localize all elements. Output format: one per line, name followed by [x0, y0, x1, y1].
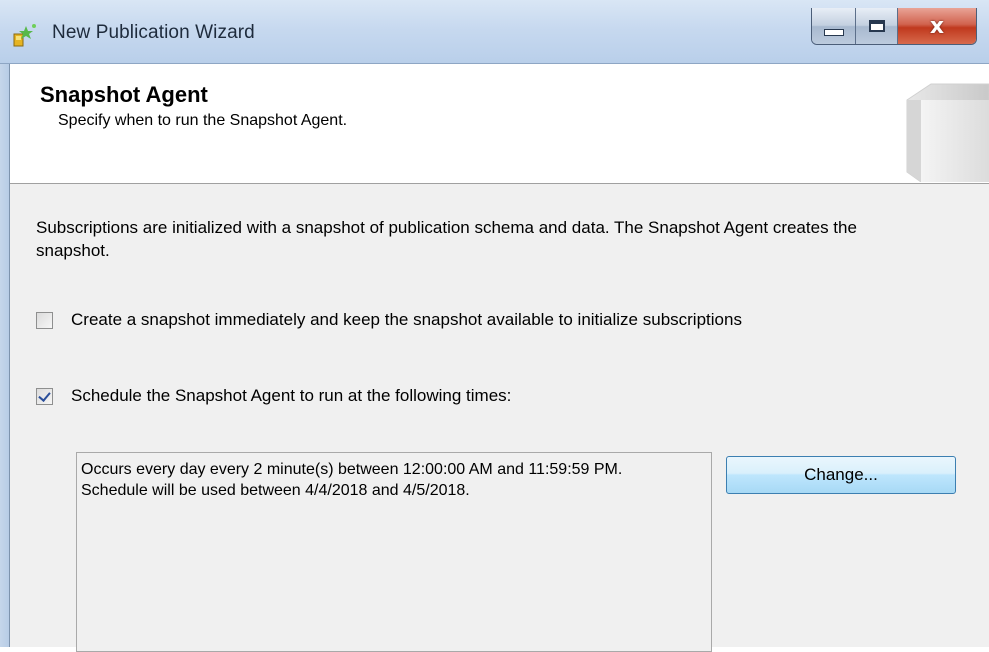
- schedule-agent-option[interactable]: Schedule the Snapshot Agent to run at th…: [36, 386, 511, 406]
- close-button[interactable]: x: [898, 8, 976, 44]
- title-bar[interactable]: New Publication Wizard x: [0, 0, 989, 64]
- schedule-agent-label[interactable]: Schedule the Snapshot Agent to run at th…: [71, 386, 511, 406]
- minimize-button[interactable]: [812, 8, 856, 44]
- minimize-icon: [823, 28, 844, 36]
- maximize-button[interactable]: [856, 8, 898, 44]
- create-snapshot-option[interactable]: Create a snapshot immediately and keep t…: [36, 310, 742, 330]
- book-graphic: [906, 83, 989, 182]
- window-title: New Publication Wizard: [52, 22, 255, 43]
- schedule-agent-checkbox[interactable]: [36, 387, 53, 405]
- schedule-description-text: Occurs every day every 2 minute(s) betwe…: [81, 461, 623, 499]
- schedule-description-box: Occurs every day every 2 minute(s) betwe…: [76, 452, 712, 652]
- close-icon: x: [929, 13, 945, 39]
- page-title: Snapshot Agent: [40, 82, 208, 107]
- wizard-header: Snapshot Agent Specify when to run the S…: [10, 64, 989, 184]
- change-schedule-button[interactable]: Change...: [726, 456, 956, 494]
- wizard-body: Subscriptions are initialized with a sna…: [10, 184, 989, 652]
- window-controls: x: [811, 8, 977, 45]
- create-snapshot-checkbox[interactable]: [36, 311, 53, 329]
- window-frame-left: [0, 64, 10, 647]
- intro-text: Subscriptions are initialized with a sna…: [36, 218, 857, 260]
- create-snapshot-label[interactable]: Create a snapshot immediately and keep t…: [71, 310, 742, 330]
- wizard-app-icon: [13, 24, 36, 47]
- page-subtitle: Specify when to run the Snapshot Agent.: [58, 112, 348, 129]
- maximize-icon: [868, 20, 885, 32]
